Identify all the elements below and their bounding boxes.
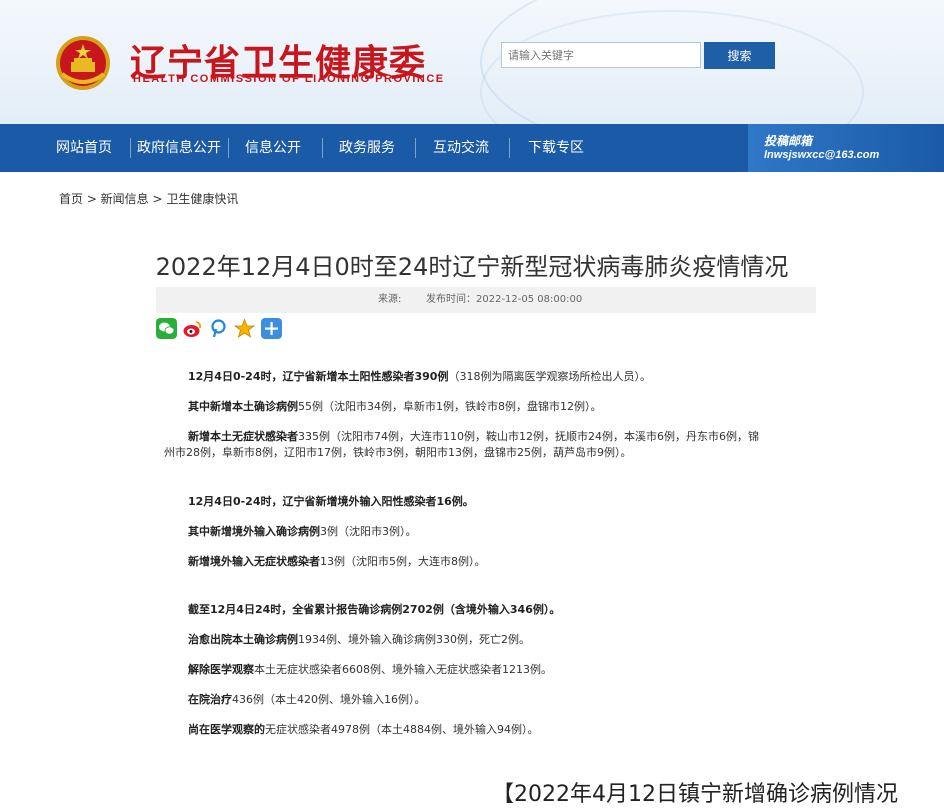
source-label: 来源: <box>378 294 402 305</box>
paragraph-emphasis: 其中新增本土确诊病例 <box>188 400 298 413</box>
breadcrumb[interactable]: 首页 > 新闻信息 > 卫生健康快讯 <box>59 190 238 207</box>
mailbox-email[interactable]: lnwsjswxcc@163.com <box>764 149 879 161</box>
add-icon[interactable] <box>261 318 282 339</box>
wechat-icon[interactable] <box>156 318 177 339</box>
nav-divider <box>509 138 510 158</box>
paragraph-emphasis: 12月4日0-24时，辽宁省新增境外输入阳性感染者16例。 <box>188 495 474 508</box>
paragraph-emphasis: 新增境外输入无症状感染者 <box>188 555 320 568</box>
site-subtitle: HEALTH COMMISSION OF LIAONING PROVINCE <box>133 73 445 85</box>
nav-divider <box>228 138 229 158</box>
weibo-icon[interactable] <box>182 318 203 339</box>
nav-item-download[interactable]: 下载专区 <box>528 124 584 172</box>
nav-divider <box>322 138 323 158</box>
paragraph-text: 55例（沈阳市34例，阜新市1例，铁岭市8例，盘锦市12例）。 <box>298 400 602 413</box>
search-button[interactable]: 搜索 <box>704 42 775 69</box>
publish-time: 发布时间：2022-12-05 08:00:00 <box>426 294 583 305</box>
related-article-title[interactable]: 【2022年4月12日镇宁新增确诊病例情况 <box>492 776 898 808</box>
nav-item-services[interactable]: 政务服务 <box>339 124 395 172</box>
paragraph-emphasis: 12月4日0-24时，辽宁省新增本土阳性感染者390例 <box>188 370 449 383</box>
article-paragraph: 其中新增境外输入确诊病例3例（沈阳市3例）。 <box>188 523 417 539</box>
search-input[interactable] <box>501 42 701 68</box>
nav-divider <box>130 138 131 158</box>
paragraph-text: （318例为隔离医学观察场所检出人员）。 <box>448 370 651 383</box>
nav-divider <box>415 138 416 158</box>
paragraph-text: 13例（沈阳市5例，大连市8例）。 <box>320 555 486 568</box>
article-title: 2022年12月4日0时至24时辽宁新型冠状病毒肺炎疫情情况 <box>155 253 789 281</box>
paragraph-emphasis: 解除医学观察 <box>188 663 254 676</box>
article-paragraph: 截至12月4日24时，全省累计报告确诊病例2702例（含境外输入346例）。 <box>188 601 560 617</box>
paragraph-emphasis: 尚在医学观察的 <box>188 723 265 736</box>
article-paragraph: 其中新增本土确诊病例55例（沈阳市34例，阜新市1例，铁岭市8例，盘锦市12例）… <box>188 398 602 414</box>
article-paragraph: 解除医学观察本土无症状感染者6608例、境外输入无症状感染者1213例。 <box>188 661 552 677</box>
paragraph-emphasis: 其中新增境外输入确诊病例 <box>188 525 320 538</box>
nav-item-interaction[interactable]: 互动交流 <box>433 124 489 172</box>
favorite-icon[interactable] <box>234 318 255 339</box>
mailbox-banner[interactable]: 投稿邮箱 lnwsjswxcc@163.com <box>748 124 944 172</box>
paragraph-emphasis: 新增本土无症状感染者 <box>188 430 298 443</box>
paragraph-emphasis: 治愈出院本土确诊病例 <box>188 633 298 646</box>
nav-item-gov-info[interactable]: 政府信息公开 <box>137 124 221 172</box>
article-paragraph: 12月4日0-24时，辽宁省新增本土阳性感染者390例（318例为隔离医学观察场… <box>188 368 651 384</box>
article-paragraph: 在院治疗436例（本土420例、境外输入16例）。 <box>188 691 426 707</box>
article-paragraph: 新增本土无症状感染者335例（沈阳市74例，大连市110例，鞍山市12例，抚顺市… <box>188 428 759 444</box>
paragraph-text: 无症状感染者4978例（本土4884例、境外输入94例）。 <box>265 723 539 736</box>
paragraph-emphasis: 截至12月4日24时，全省累计报告确诊病例2702例（含境外输入346例）。 <box>188 603 561 616</box>
article-paragraph-continued: 州市28例，阜新市8例，辽阳市17例，铁岭市3例，朝阳市13例，盘锦市25例，葫… <box>164 446 632 459</box>
paragraph-text: 436例（本土420例、境外输入16例）。 <box>232 693 426 706</box>
article-paragraph: 新增境外输入无症状感染者13例（沈阳市5例，大连市8例）。 <box>188 553 486 569</box>
national-emblem-icon <box>56 36 110 90</box>
article-meta: 来源: 发布时间：2022-12-05 08:00:00 <box>156 287 816 313</box>
mailbox-label: 投稿邮箱 <box>764 134 813 148</box>
article-paragraph: 12月4日0-24时，辽宁省新增境外输入阳性感染者16例。 <box>188 493 474 509</box>
paragraph-emphasis: 在院治疗 <box>188 693 232 706</box>
paragraph-text: 3例（沈阳市3例）。 <box>320 525 417 538</box>
nav-item-home[interactable]: 网站首页 <box>56 124 112 172</box>
paragraph-text: 本土无症状感染者6608例、境外输入无症状感染者1213例。 <box>254 663 552 676</box>
article-paragraph: 治愈出院本土确诊病例1934例、境外输入确诊病例330例，死亡2例。 <box>188 631 530 647</box>
paragraph-text: 335例（沈阳市74例，大连市110例，鞍山市12例，抚顺市24例，本溪市6例，… <box>298 430 759 443</box>
nav-item-info[interactable]: 信息公开 <box>245 124 301 172</box>
article-paragraph: 尚在医学观察的无症状感染者4978例（本土4884例、境外输入94例）。 <box>188 721 538 737</box>
paragraph-text: 1934例、境外输入确诊病例330例，死亡2例。 <box>298 633 530 646</box>
pinterest-icon[interactable] <box>208 318 229 339</box>
